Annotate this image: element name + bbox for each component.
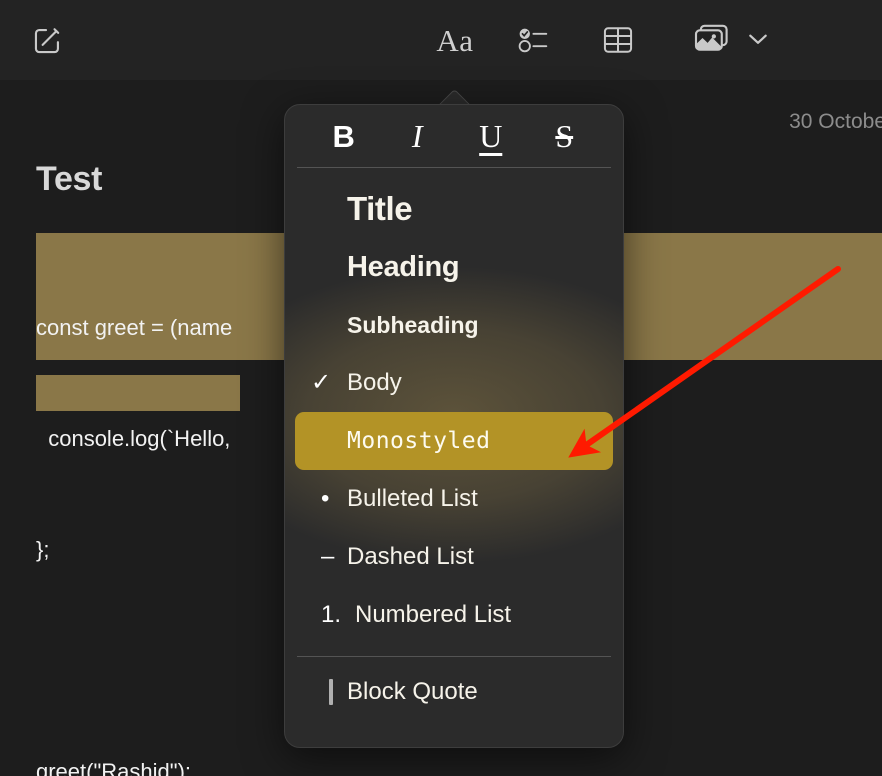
chevron-down-icon[interactable]: [744, 24, 772, 54]
note-date: 30 Octobe: [789, 110, 882, 133]
menu-item-body[interactable]: ✓ Body: [285, 354, 623, 412]
strikethrough-button[interactable]: S: [537, 120, 591, 152]
text-style-button-row: B I U S: [285, 105, 623, 167]
menu-item-label: Monostyled: [347, 428, 491, 454]
menu-item-bulleted-list[interactable]: • Bulleted List: [285, 470, 623, 528]
underline-button[interactable]: U: [464, 120, 518, 152]
quote-bar-icon: [329, 679, 333, 705]
paragraph-style-menu: Title Heading Subheading ✓ Body Monostyl…: [285, 168, 623, 721]
popover-panel: B I U S Title Heading Subheading ✓ Body …: [284, 104, 624, 748]
dash-marker-icon: –: [321, 543, 335, 570]
notes-app-window: 30 Octobe Test const greet = (name conso…: [0, 0, 882, 776]
italic-button[interactable]: I: [390, 120, 444, 152]
format-popover: B I U S Title Heading Subheading ✓ Body …: [284, 88, 624, 748]
menu-item-label: Heading: [347, 250, 460, 283]
menu-item-label: Dashed List: [347, 543, 474, 570]
menu-item-block-quote[interactable]: Block Quote: [285, 663, 623, 721]
bold-button[interactable]: B: [317, 121, 371, 152]
checkmark-icon: ✓: [311, 369, 332, 396]
checklist-icon[interactable]: [512, 20, 556, 60]
format-aa-button[interactable]: Aa: [428, 18, 482, 62]
menu-item-title[interactable]: Title: [285, 180, 623, 238]
menu-item-heading[interactable]: Heading: [285, 238, 623, 296]
media-photos-icon[interactable]: [686, 18, 740, 62]
menu-item-monostyled[interactable]: Monostyled: [295, 412, 613, 470]
note-title: Test: [36, 160, 103, 198]
popover-divider-bottom: [297, 656, 611, 657]
note-toolbar: Aa: [0, 0, 882, 80]
menu-item-label: Numbered List: [355, 601, 512, 628]
menu-item-numbered-list[interactable]: 1. Numbered List: [285, 586, 623, 644]
compose-note-icon[interactable]: [28, 20, 68, 60]
menu-item-label: Block Quote: [347, 678, 478, 705]
menu-item-subheading[interactable]: Subheading: [285, 296, 623, 354]
bullet-marker-icon: •: [321, 485, 330, 512]
format-aa-label: Aa: [436, 22, 474, 58]
table-icon[interactable]: [596, 20, 640, 60]
code-line-4: greet("Rashid");: [36, 759, 192, 776]
menu-item-dashed-list[interactable]: – Dashed List: [285, 528, 623, 586]
menu-item-label: Bulleted List: [347, 485, 478, 512]
menu-item-label: Subheading: [347, 311, 479, 338]
number-marker-icon: 1.: [321, 601, 342, 628]
menu-item-label: Body: [347, 369, 402, 396]
menu-item-label: Title: [347, 190, 413, 227]
